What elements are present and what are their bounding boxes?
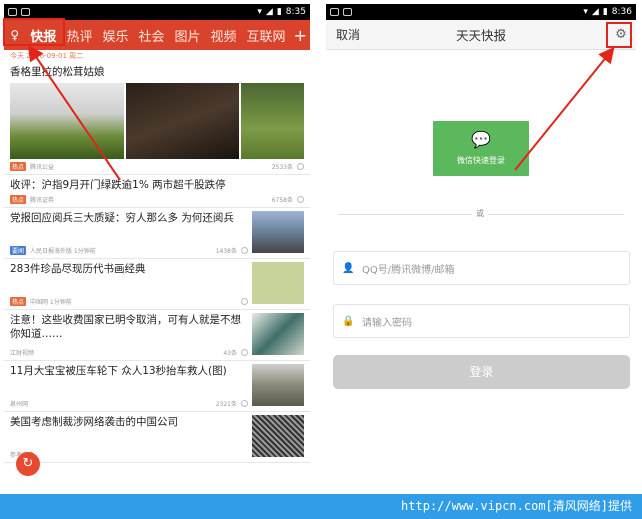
password-placeholder: 请输入密码 — [362, 317, 412, 329]
news-feed-screen: ▾ ◢ ▮ 8:35 ♀ 快报 热评 娱乐 社会 图片 视频 互联网 + 今天 … — [4, 4, 310, 492]
gallery-photo[interactable] — [241, 83, 304, 159]
feed-title: 11月大宝宝被压车轮下 众人13秒抬车救人(图) — [10, 365, 227, 377]
feed-meta: 要闻 人民日报海外版 1分钟前 1438条 — [10, 246, 248, 255]
add-channel-icon[interactable]: + — [291, 26, 310, 45]
hot-tag: 热点 — [10, 162, 27, 171]
tab-hot-comments[interactable]: 热评 — [61, 26, 97, 45]
thumbnail-image[interactable] — [252, 262, 304, 304]
feed-title: 美国考虑制裁涉网络袭击的中国公司 — [10, 416, 178, 428]
wechat-login-label: 微信快速登录 — [457, 156, 505, 165]
thumbnail-image[interactable] — [252, 313, 304, 355]
account-field[interactable]: 👤 QQ号/腾讯微博/邮箱 — [333, 251, 630, 285]
battery-icon: ▮ — [602, 7, 608, 17]
lock-icon: 🔒 — [342, 315, 355, 327]
account-placeholder: QQ号/腾讯微博/邮箱 — [362, 264, 455, 276]
status-time: 8:35 — [285, 7, 306, 17]
tab-pictures[interactable]: 图片 — [169, 26, 205, 45]
feed-item-gallery[interactable]: 香格里拉的松茸姑娘 热点 腾讯公益 2533条 — [4, 62, 310, 175]
comment-count: 6758条 — [271, 197, 293, 204]
login-screen: ▾ ◢ ▮ 8:36 取消 天天快报 ⚙ 💬 微信快速登录 或 👤 QQ号/腾讯… — [326, 4, 636, 492]
signal-icon: ◢ — [265, 7, 273, 17]
user-icon: 👤 — [342, 262, 355, 274]
list-item[interactable]: 注意！这些收费国家已明令取消，可有人就是不想你知道…… 江财视频 43条 — [4, 310, 310, 361]
dismiss-icon[interactable] — [241, 298, 248, 305]
feed-source: 泉州网 — [10, 401, 29, 408]
notification-icon — [8, 8, 17, 16]
feed-title: 收评：沪指9月开门绿跌逾1% 两市超千股跌停 — [10, 179, 226, 191]
gallery-photo[interactable] — [125, 83, 240, 159]
status-time: 8:36 — [611, 7, 632, 17]
feed-source: 人民日报海外版 1分钟前 — [30, 248, 96, 255]
thumbnail-image[interactable] — [252, 364, 304, 406]
feed-title: 香格里拉的松茸姑娘 — [10, 66, 105, 78]
annotation-box-user — [3, 18, 65, 46]
feed-source: 腾讯证券 — [30, 197, 55, 204]
feed-meta: 热点 腾讯公益 2533条 — [10, 162, 304, 171]
gallery-photo[interactable] — [10, 83, 124, 159]
screenshot-canvas: ▾ ◢ ▮ 8:35 ♀ 快报 热评 娱乐 社会 图片 视频 互联网 + 今天 … — [0, 0, 642, 519]
photo-gallery[interactable] — [10, 83, 304, 159]
feed-title: 党报回应阅兵三大质疑：穷人那么多 为何还阅兵 — [10, 212, 234, 224]
dismiss-icon[interactable] — [297, 196, 304, 203]
hot-tag: 热点 — [10, 297, 27, 306]
battery-icon: ▮ — [276, 7, 282, 17]
refresh-button[interactable]: ↻ — [16, 452, 40, 476]
login-button[interactable]: 登录 — [333, 355, 630, 389]
source-credit: http://www.vipcn.com[清风网络]提供 — [0, 494, 642, 519]
dismiss-icon[interactable] — [241, 349, 248, 356]
wechat-icon: 💬 — [471, 130, 491, 149]
feed-source: 江财视频 — [10, 350, 35, 357]
list-item[interactable]: 美国考虑制裁涉网络袭击的中国公司 参考消息 — [4, 412, 310, 463]
tab-internet[interactable]: 互联网 — [242, 26, 291, 45]
hot-tag: 热点 — [10, 195, 27, 204]
comment-count: 2533条 — [271, 164, 293, 171]
date-line: 今天 2016-09-01 周二 — [10, 52, 84, 60]
feed-source: 中国网 1分钟前 — [30, 299, 72, 306]
signal-icon: ◢ — [591, 7, 599, 17]
feed-meta: 江财视频 43条 — [10, 348, 248, 357]
login-header: 取消 天天快报 ⚙ — [326, 20, 636, 50]
list-item[interactable]: 党报回应阅兵三大质疑：穷人那么多 为何还阅兵 要闻 人民日报海外版 1分钟前 1… — [4, 208, 310, 259]
feed-item-text[interactable]: 收评：沪指9月开门绿跌逾1% 两市超千股跌停 热点 腾讯证券 6758条 — [4, 175, 310, 208]
feed-meta: 热点 中国网 1分钟前 — [10, 297, 248, 306]
comment-count: 2321条 — [215, 401, 237, 408]
wifi-icon: ▾ — [583, 7, 588, 17]
feed-meta: 热点 腾讯证券 6758条 — [10, 195, 304, 204]
status-bar: ▾ ◢ ▮ 8:36 — [326, 4, 636, 20]
feed-meta: 泉州网 2321条 — [10, 399, 248, 408]
tab-entertainment[interactable]: 娱乐 — [97, 26, 133, 45]
password-field[interactable]: 🔒 请输入密码 — [333, 304, 630, 338]
list-item[interactable]: 11月大宝宝被压车轮下 众人13秒抬车救人(图) 泉州网 2321条 — [4, 361, 310, 412]
wechat-login-button[interactable]: 💬 微信快速登录 — [433, 121, 529, 176]
feed-title: 注意！这些收费国家已明令取消，可有人就是不想你知道…… — [10, 314, 241, 340]
dismiss-icon[interactable] — [241, 400, 248, 407]
wifi-icon: ▾ — [257, 7, 262, 17]
notification-icon — [330, 8, 339, 16]
annotation-box-gear — [606, 22, 632, 48]
page-title: 天天快报 — [455, 28, 506, 43]
dismiss-icon[interactable] — [297, 163, 304, 170]
feed-title: 283件珍品尽现历代书画经典 — [10, 263, 146, 275]
comment-count: 43条 — [223, 350, 237, 357]
mute-icon — [343, 8, 352, 16]
thumbnail-image[interactable] — [252, 211, 304, 253]
or-label: 或 — [472, 208, 488, 219]
news-tag: 要闻 — [10, 246, 27, 255]
tab-society[interactable]: 社会 — [133, 26, 169, 45]
refresh-icon: ↻ — [22, 456, 34, 471]
mute-icon — [21, 8, 30, 16]
thumbnail-image[interactable] — [252, 415, 304, 457]
dismiss-icon[interactable] — [241, 247, 248, 254]
tab-video[interactable]: 视频 — [206, 26, 242, 45]
comment-count: 1438条 — [215, 248, 237, 255]
list-item[interactable]: 283件珍品尽现历代书画经典 热点 中国网 1分钟前 — [4, 259, 310, 310]
cancel-button[interactable]: 取消 — [326, 26, 360, 43]
feed-meta: 参考消息 — [10, 450, 248, 459]
feed-source: 腾讯公益 — [30, 164, 55, 171]
